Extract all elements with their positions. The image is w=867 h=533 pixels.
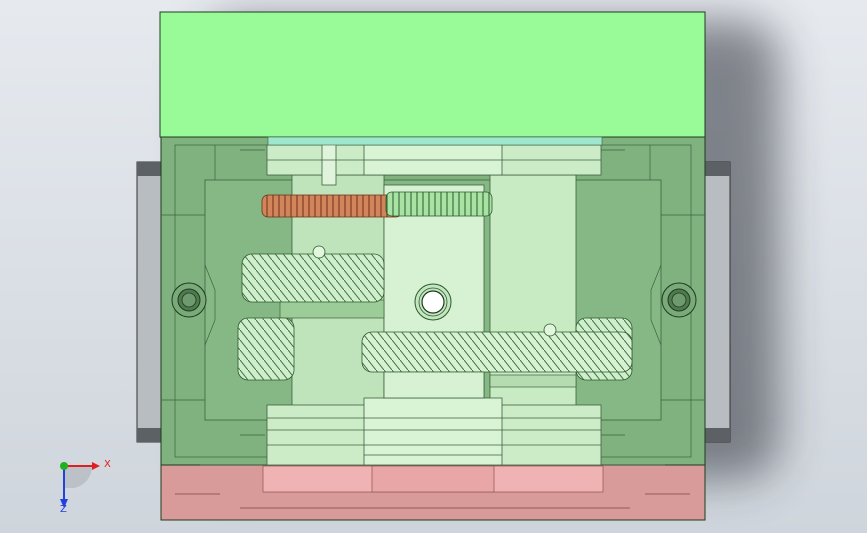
base-center-boss: [371, 465, 495, 493]
left-flange-top-edge: [137, 162, 163, 176]
triad-z-label: Z: [60, 504, 67, 515]
right-flange[interactable]: [703, 161, 731, 443]
graphics-area[interactable]: X Z: [0, 0, 867, 533]
triad-x-label: X: [104, 459, 111, 470]
right-bolt-hole[interactable]: [661, 282, 697, 318]
gearbox-model[interactable]: [0, 0, 867, 533]
center-bore: [414, 283, 452, 321]
right-flange-top-edge: [704, 162, 730, 176]
right-flange-bottom-edge: [704, 428, 730, 442]
left-flange-bottom-edge: [137, 428, 163, 442]
view-triad[interactable]: X Z: [52, 452, 122, 516]
left-flange[interactable]: [136, 161, 164, 443]
input-spindle: [321, 139, 337, 186]
left-bolt-hole[interactable]: [171, 282, 207, 318]
top-cover[interactable]: [159, 11, 706, 138]
